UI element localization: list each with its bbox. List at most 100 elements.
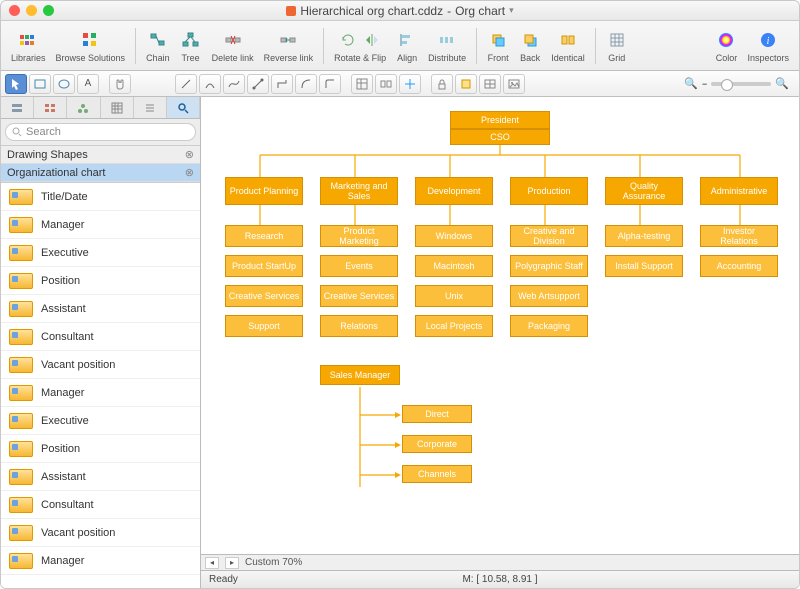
org-box[interactable]: Support (225, 315, 303, 337)
org-box[interactable]: Investor Relations (700, 225, 778, 247)
side-tab-grid[interactable] (101, 97, 134, 118)
search-input[interactable]: Search (5, 123, 196, 141)
org-box[interactable]: Windows (415, 225, 493, 247)
toolbar-tree[interactable]: Tree (176, 29, 206, 63)
chevron-down-icon[interactable]: ▾ (509, 5, 514, 16)
org-box[interactable]: Relations (320, 315, 398, 337)
org-box[interactable]: Web Artsupport (510, 285, 588, 307)
org-box[interactable]: Creative Services (320, 285, 398, 307)
toolbar-identical[interactable]: Identical (547, 29, 589, 63)
org-box[interactable]: Events (320, 255, 398, 277)
org-box[interactable]: Install Support (605, 255, 683, 277)
arc-tool[interactable] (199, 74, 221, 94)
toolbar-inspectors[interactable]: iInspectors (743, 29, 793, 63)
org-box[interactable]: Product StartUp (225, 255, 303, 277)
zoom-in-icon[interactable]: 🔍 (775, 77, 789, 90)
side-tab-1[interactable] (1, 97, 34, 118)
org-box[interactable]: Creative Services (225, 285, 303, 307)
shape-item[interactable]: Executive (1, 407, 200, 435)
maximize-window-button[interactable] (43, 5, 54, 16)
org-box[interactable]: Production (510, 177, 588, 205)
lock-tool[interactable] (431, 74, 453, 94)
connector-direct-tool[interactable] (247, 74, 269, 94)
category-row[interactable]: Drawing Shapes⊗ (1, 146, 200, 164)
shape-item[interactable]: Manager (1, 379, 200, 407)
shape-item[interactable]: Consultant (1, 491, 200, 519)
shape-item[interactable]: Title/Date (1, 183, 200, 211)
toolbar-back[interactable]: Back (515, 29, 545, 63)
zoom-label[interactable]: Custom 70% (245, 557, 302, 568)
org-box[interactable]: Accounting (700, 255, 778, 277)
close-icon[interactable]: ⊗ (185, 166, 194, 179)
hand-tool[interactable] (109, 74, 131, 94)
shape-item[interactable]: Consultant (1, 323, 200, 351)
toolbar-libraries[interactable]: Libraries (7, 29, 50, 63)
toolbar-browse-solutions[interactable]: Browse Solutions (52, 29, 130, 63)
pointer-tool[interactable] (5, 74, 27, 94)
org-box[interactable]: Sales Manager (320, 365, 400, 385)
prev-page-button[interactable]: ◂ (205, 557, 219, 569)
ellipse-tool[interactable] (53, 74, 75, 94)
shape-item[interactable]: Assistant (1, 463, 200, 491)
text-tool[interactable]: A (77, 74, 99, 94)
org-box[interactable]: Polygraphic Staff (510, 255, 588, 277)
org-box[interactable]: Macintosh (415, 255, 493, 277)
side-tab-list[interactable] (134, 97, 167, 118)
org-box[interactable]: Development (415, 177, 493, 205)
shape-item[interactable]: Executive (1, 239, 200, 267)
shape-item[interactable]: Vacant position (1, 351, 200, 379)
hypernote-tool[interactable] (455, 74, 477, 94)
org-box[interactable]: Channels (402, 465, 472, 483)
shape-item[interactable]: Manager (1, 547, 200, 575)
minimize-window-button[interactable] (26, 5, 37, 16)
zoom-slider[interactable] (711, 82, 771, 86)
side-tab-3[interactable] (67, 97, 100, 118)
org-box[interactable]: Corporate (402, 435, 472, 453)
toolbar-delete-link[interactable]: Delete link (208, 29, 258, 63)
shape-item[interactable]: Assistant (1, 295, 200, 323)
org-box[interactable]: Administrative (700, 177, 778, 205)
snap-object-tool[interactable] (375, 74, 397, 94)
toolbar-front[interactable]: Front (483, 29, 513, 63)
toolbar-reverse-link[interactable]: Reverse link (260, 29, 318, 63)
toolbar-rotate-flip[interactable]: Rotate & Flip (330, 29, 390, 63)
org-box[interactable]: Product Marketing (320, 225, 398, 247)
org-box[interactable]: CSO (450, 129, 550, 145)
shape-item[interactable]: Position (1, 435, 200, 463)
org-box[interactable]: Unix (415, 285, 493, 307)
canvas[interactable]: PresidentCSO Product Planning Marketing an… (201, 97, 799, 554)
side-tab-search[interactable] (167, 97, 200, 118)
shape-library-list[interactable]: Title/DateManagerExecutivePositionAssist… (1, 183, 200, 588)
table-tool[interactable] (479, 74, 501, 94)
org-box[interactable]: Research (225, 225, 303, 247)
picture-tool[interactable] (503, 74, 525, 94)
org-box[interactable]: Packaging (510, 315, 588, 337)
close-icon[interactable]: ⊗ (185, 148, 194, 161)
toolbar-grid[interactable]: Grid (602, 29, 632, 63)
org-box[interactable]: Local Projects (415, 315, 493, 337)
line-tool[interactable] (175, 74, 197, 94)
shape-item[interactable]: Position (1, 267, 200, 295)
rect-tool[interactable] (29, 74, 51, 94)
connector-smart-tool[interactable] (271, 74, 293, 94)
next-page-button[interactable]: ▸ (225, 557, 239, 569)
org-box[interactable]: Product Planning (225, 177, 303, 205)
org-box[interactable]: Alpha-testing (605, 225, 683, 247)
shape-item[interactable]: Vacant position (1, 519, 200, 547)
snap-guides-tool[interactable] (399, 74, 421, 94)
toolbar-chain[interactable]: Chain (142, 29, 174, 63)
snap-grid-tool[interactable] (351, 74, 373, 94)
org-box[interactable]: Quality Assurance (605, 177, 683, 205)
org-box[interactable]: Marketing and Sales (320, 177, 398, 205)
side-tab-2[interactable] (34, 97, 67, 118)
category-row[interactable]: Organizational chart⊗ (1, 164, 200, 182)
close-window-button[interactable] (9, 5, 20, 16)
shape-item[interactable]: Manager (1, 211, 200, 239)
org-box[interactable]: President (450, 111, 550, 129)
zoom-out-icon[interactable]: 🔍 (684, 77, 698, 90)
spline-tool[interactable] (223, 74, 245, 94)
org-box[interactable]: Direct (402, 405, 472, 423)
toolbar-align[interactable]: Align (392, 29, 422, 63)
toolbar-distribute[interactable]: Distribute (424, 29, 470, 63)
toolbar-color[interactable]: Color (711, 29, 741, 63)
